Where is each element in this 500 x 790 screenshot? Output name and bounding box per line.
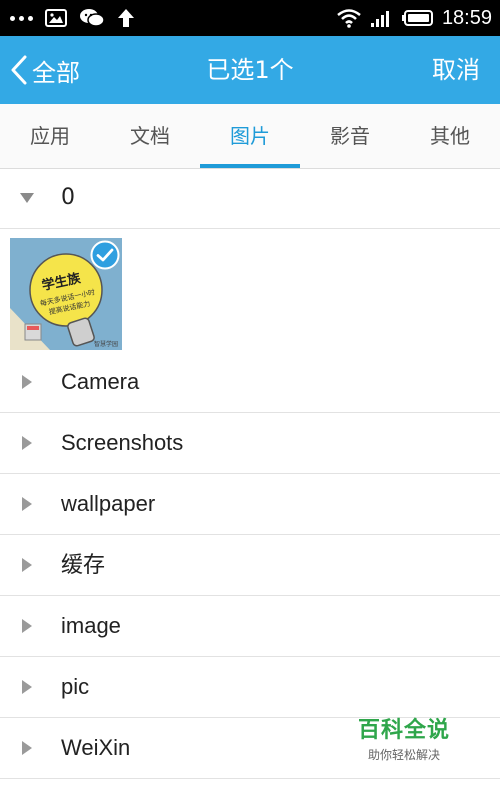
selected-check-icon xyxy=(90,240,120,270)
triangle-right-icon xyxy=(22,497,32,511)
folder-label: Screenshots xyxy=(61,430,184,455)
folder-label: 缓存 xyxy=(61,552,106,577)
status-right-icons: 18:59 xyxy=(336,0,492,36)
tab-label: 影音 xyxy=(330,124,370,148)
watermark-subtitle: 助你轻松解决 xyxy=(367,748,440,762)
battery-icon xyxy=(401,10,433,26)
image-notification-icon xyxy=(45,9,67,27)
triangle-down-icon xyxy=(20,193,34,203)
list-item[interactable]: image xyxy=(0,596,500,657)
status-bar: 18:59 xyxy=(0,0,500,36)
upload-arrow-icon xyxy=(118,9,134,27)
tab-images[interactable]: 图片 xyxy=(200,104,300,168)
folder-label: wallpaper xyxy=(61,491,156,516)
folder-label: Camera xyxy=(61,369,140,394)
page-title: 已选1个 xyxy=(206,56,294,84)
folder-label: image xyxy=(61,613,121,638)
thumbnail-corner-text: 智慧学园 xyxy=(94,340,118,348)
group-header[interactable]: 0 xyxy=(0,168,500,229)
tab-label: 文档 xyxy=(130,124,170,148)
watermark-logo: 百科全说 助你轻松解决 xyxy=(348,712,460,763)
watermark-title: 百科全说 xyxy=(357,718,450,743)
group-label: 0 xyxy=(61,185,75,210)
triangle-right-icon xyxy=(22,680,32,694)
tab-media[interactable]: 影音 xyxy=(300,104,400,168)
wechat-icon xyxy=(80,9,105,27)
clock: 18:59 xyxy=(441,6,492,29)
list-item[interactable]: Camera xyxy=(0,352,500,413)
tab-label: 其他 xyxy=(430,124,470,148)
tab-apps[interactable]: 应用 xyxy=(0,104,100,168)
list-item[interactable]: Screenshots xyxy=(0,413,500,474)
list-item[interactable]: pic xyxy=(0,657,500,718)
list-item[interactable]: 缓存 xyxy=(0,535,500,596)
triangle-right-icon xyxy=(22,375,32,389)
signal-icon xyxy=(370,11,389,27)
tab-documents[interactable]: 文档 xyxy=(100,104,200,168)
folder-label: WeiXin xyxy=(61,735,131,760)
image-thumbnail[interactable]: 学生族 每天多说话一小时 提高说话能力 智慧学园 xyxy=(10,238,122,350)
category-tabs: 应用 文档 图片 影音 其他 xyxy=(0,104,500,169)
triangle-right-icon xyxy=(22,741,32,755)
wifi-icon xyxy=(337,9,361,28)
triangle-right-icon xyxy=(22,619,32,633)
folder-label: pic xyxy=(61,674,90,699)
tab-label: 应用 xyxy=(30,124,70,148)
title-bar: 全部 已选1个 取消 xyxy=(0,36,500,104)
cancel-button[interactable]: 取消 xyxy=(432,36,480,104)
triangle-right-icon xyxy=(22,436,32,450)
list-item[interactable]: wallpaper xyxy=(0,474,500,535)
tab-label: 图片 xyxy=(230,124,270,148)
more-dots-icon xyxy=(10,15,33,21)
status-left-icons xyxy=(10,0,135,36)
triangle-right-icon xyxy=(22,558,32,572)
tab-other[interactable]: 其他 xyxy=(400,104,500,168)
